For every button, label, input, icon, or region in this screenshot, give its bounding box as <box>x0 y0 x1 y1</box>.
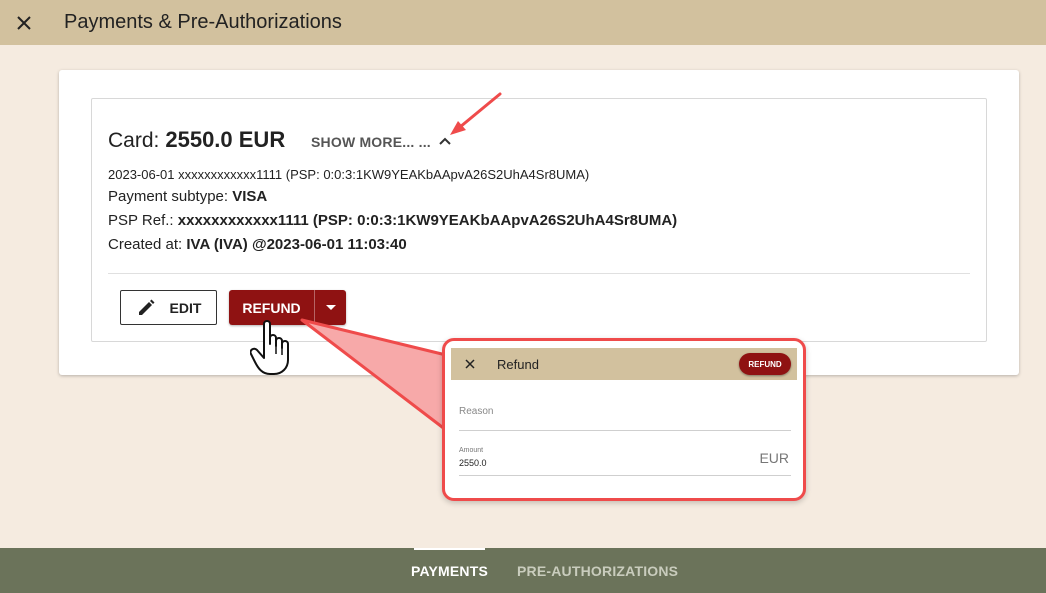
bottom-tab-bar: PAYMENTS PRE-AUTHORIZATIONS <box>0 548 1046 593</box>
active-tab-indicator <box>414 548 485 550</box>
refund-dialog-header: Refund REFUND <box>451 348 797 380</box>
created-at: Created at: IVA (IVA) @2023-06-01 11:03:… <box>108 236 407 253</box>
page-title: Payments & Pre-Authorizations <box>64 11 342 33</box>
edit-label: EDIT <box>169 299 202 316</box>
divider <box>108 273 970 274</box>
pencil-icon <box>138 299 155 315</box>
caret-down-icon <box>325 304 336 310</box>
amount-label: Card: <box>108 129 160 152</box>
payment-item: Card: 2550.0 EUR SHOW MORE... ... 2023-0… <box>91 98 987 342</box>
refund-dialog-callout: Refund REFUND Reason Amount 2550.0 EUR <box>442 338 806 501</box>
amount-field-label: Amount <box>459 447 484 454</box>
refund-submit-button[interactable]: REFUND <box>739 353 791 375</box>
chevron-up-icon[interactable] <box>436 133 454 151</box>
reason-input[interactable]: Reason <box>459 406 493 417</box>
show-more-link[interactable]: SHOW MORE... ... <box>311 134 431 150</box>
refund-dropdown-button[interactable] <box>314 290 346 325</box>
amount-underline <box>459 475 791 476</box>
hand-cursor-icon <box>249 318 300 378</box>
refund-dialog-title: Refund <box>497 356 539 372</box>
psp-reference: PSP Ref.: xxxxxxxxxxxx1111 (PSP: 0:0:3:1… <box>108 212 678 229</box>
edit-button[interactable]: EDIT <box>120 290 217 325</box>
close-icon[interactable] <box>0 0 48 45</box>
amount-field[interactable]: 2550.0 <box>459 458 487 468</box>
tab-payments[interactable]: PAYMENTS <box>410 548 489 593</box>
app-bar: Payments & Pre-Authorizations <box>0 0 1046 45</box>
refund-dialog-body: Reason Amount 2550.0 EUR <box>451 380 797 494</box>
payment-summary: 2023-06-01 xxxxxxxxxxxx1111 (PSP: 0:0:3:… <box>108 167 590 182</box>
close-icon[interactable] <box>455 348 485 380</box>
payments-card: Card: 2550.0 EUR SHOW MORE... ... 2023-0… <box>59 70 1019 375</box>
currency-suffix: EUR <box>759 450 789 466</box>
amount-value: 2550.0 EUR <box>165 127 286 152</box>
reason-underline <box>459 430 791 431</box>
payment-subtype: Payment subtype: VISA <box>108 188 268 205</box>
payment-details: 2023-06-01 xxxxxxxxxxxx1111 (PSP: 0:0:3:… <box>108 165 677 257</box>
tab-payments-label: PAYMENTS <box>410 562 489 579</box>
tab-pre-authorizations[interactable]: PRE-AUTHORIZATIONS <box>517 548 678 593</box>
tab-pre-authorizations-label: PRE-AUTHORIZATIONS <box>517 562 679 579</box>
payment-amount: Card: 2550.0 EUR <box>108 127 285 153</box>
